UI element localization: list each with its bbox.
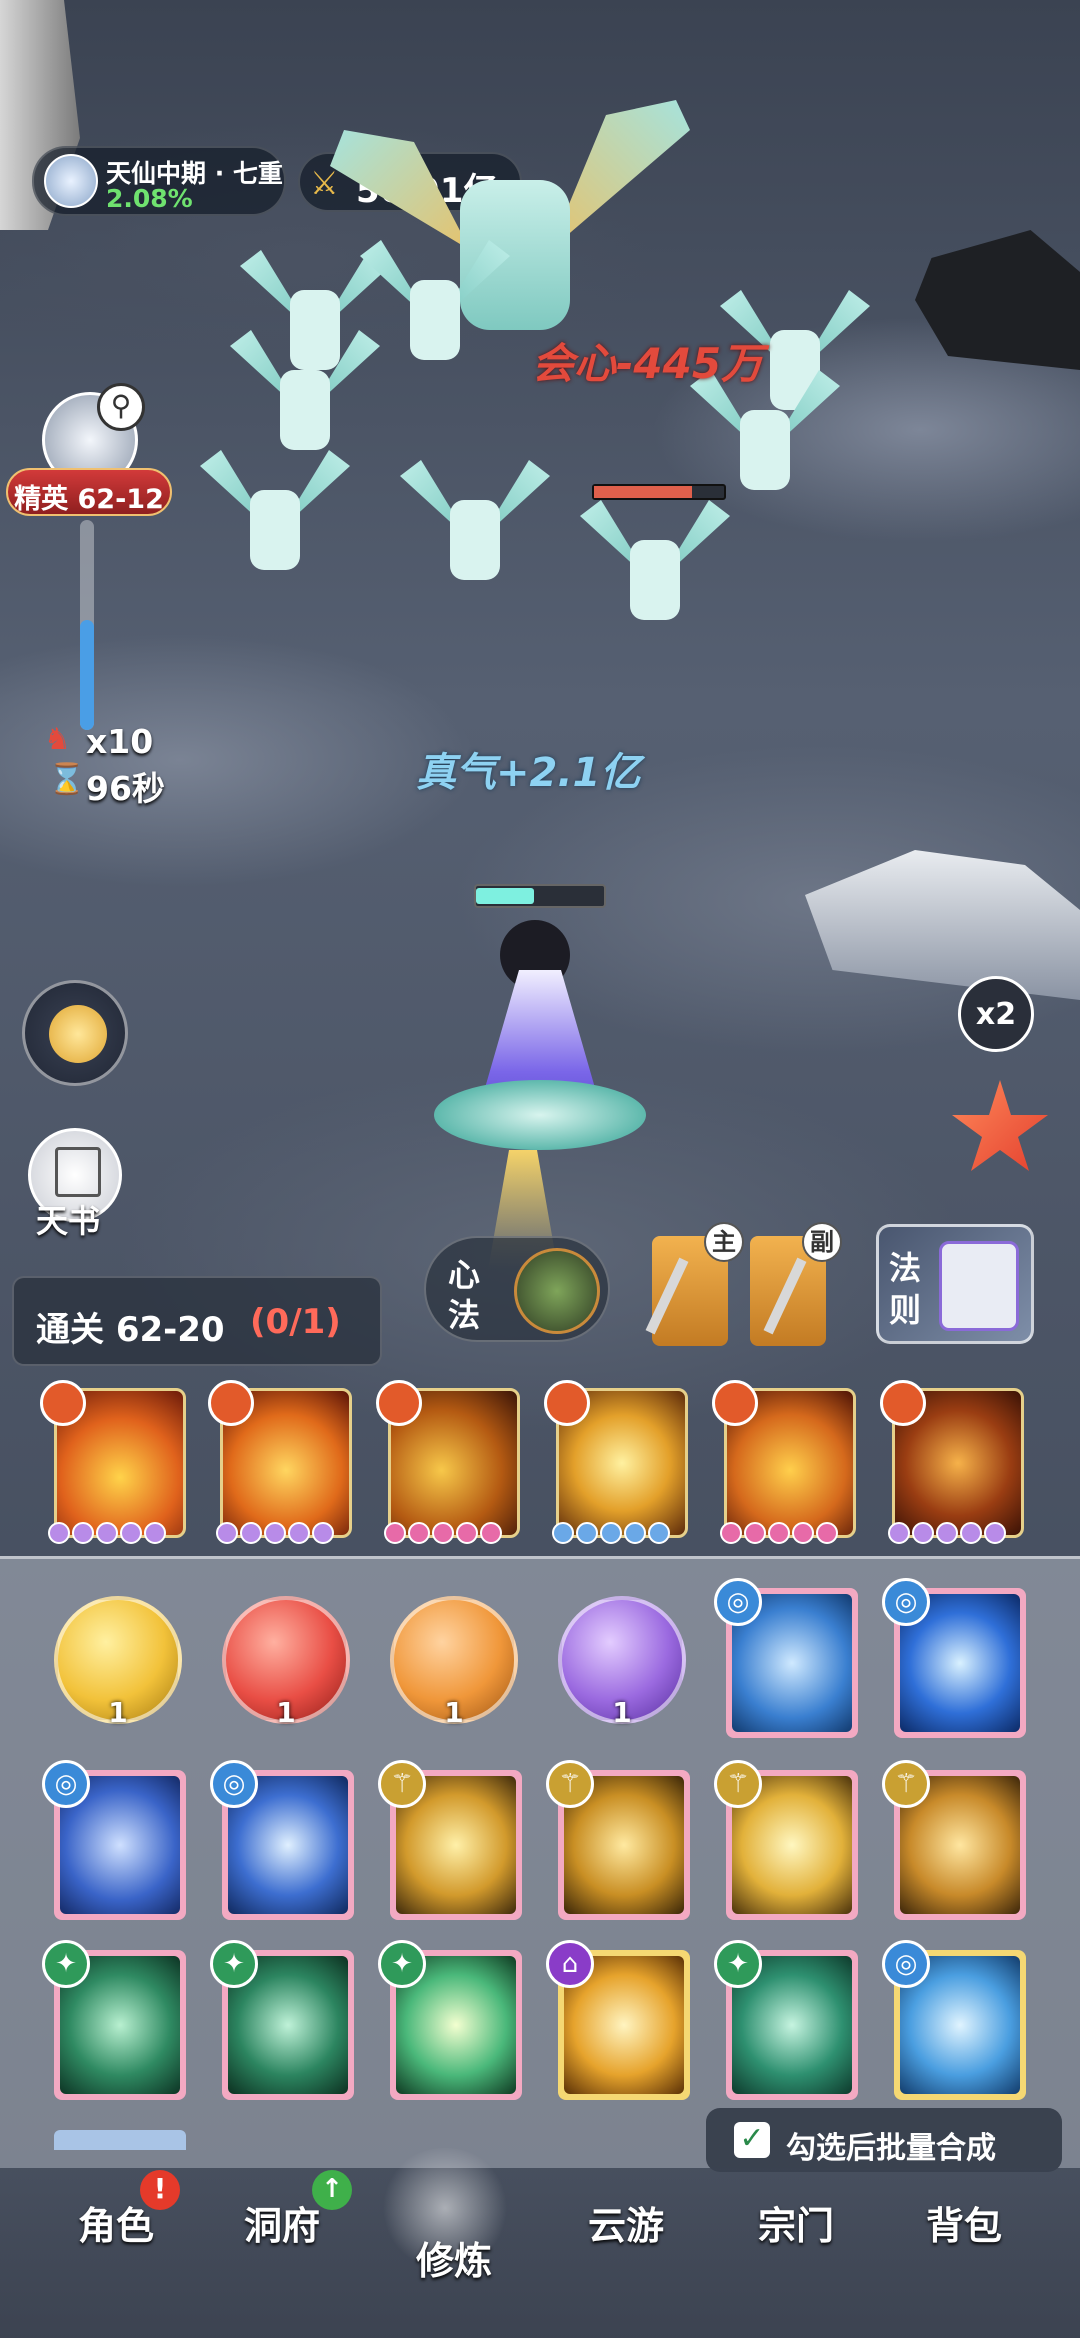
stage-progress-fill <box>80 620 94 730</box>
elite-stage-label: 精英 62-12 <box>14 484 164 515</box>
avatar <box>44 154 98 208</box>
wood-type-icon: ✦ <box>42 1940 90 1988</box>
fire-type-icon <box>544 1380 590 1426</box>
xinfa-icon <box>514 1248 600 1334</box>
wood-type-icon: ✦ <box>714 1940 762 1988</box>
winged-enemy <box>230 330 380 460</box>
crit-damage-text: 会心-445万 <box>532 339 764 388</box>
demon-icon: ♞ <box>44 722 71 757</box>
fire-type-icon <box>712 1380 758 1426</box>
card-gems <box>888 1522 1006 1548</box>
star-skill-button[interactable] <box>950 1080 1050 1180</box>
fire-type-icon <box>880 1380 926 1426</box>
enemy-count: x10 <box>86 722 154 761</box>
lotus-platform <box>434 1080 646 1150</box>
stage-clear-label: 通关 62-20 <box>36 1310 225 1350</box>
faze-card-icon <box>939 1241 1019 1331</box>
nav-item-travel[interactable]: 云游 <box>566 2195 686 2250</box>
faze-button[interactable]: 法 则 <box>876 1224 1034 1344</box>
water-type-icon: ◎ <box>882 1940 930 1988</box>
water-type-icon: ◎ <box>210 1760 258 1808</box>
metal-type-icon: ⚚ <box>378 1760 426 1808</box>
qi-gain-text: 真气+2.1亿 <box>416 750 641 796</box>
speed-label: x2 <box>975 997 1017 1032</box>
wood-type-icon: ✦ <box>210 1940 258 1988</box>
inventory-skill-card-partial[interactable] <box>54 2130 186 2150</box>
winged-enemy <box>580 500 730 630</box>
tianshu-label: 天书 <box>36 1202 101 1240</box>
enemy-hp-fill <box>594 486 692 498</box>
upgrade-arrow-icon: ↑ <box>312 2170 352 2210</box>
dagger-icon <box>763 1257 807 1335</box>
winged-enemy <box>360 240 510 370</box>
scroll-icon <box>55 1147 101 1197</box>
sword-icon <box>645 1257 689 1335</box>
orb-gold-count: 1 <box>108 1696 128 1729</box>
nav-item-sect[interactable]: 宗门 <box>736 2195 856 2250</box>
star-icon <box>952 1080 1048 1171</box>
stage-progress-track <box>80 520 94 730</box>
sub-weapon-slot[interactable]: 副 <box>750 1222 842 1346</box>
faze-label-2: 则 <box>889 1291 922 1329</box>
main-weapon-slot[interactable]: 主 <box>645 1222 744 1346</box>
alert-icon: ! <box>140 2170 180 2210</box>
nav-item-bag[interactable]: 背包 <box>904 2195 1024 2250</box>
card-gems <box>552 1522 670 1548</box>
player-realm-panel[interactable]: 天仙中期 · 七重 2.08% <box>32 146 286 216</box>
batch-label: 勾选后批量合成 <box>786 2131 996 2166</box>
temple-type-icon: ⌂ <box>546 1940 594 1988</box>
wood-type-icon: ✦ <box>378 1940 426 1988</box>
hourglass-icon: ⌛ <box>48 762 86 797</box>
treasure-bag-button[interactable] <box>22 980 128 1086</box>
orb-red-count: 1 <box>276 1696 296 1729</box>
fire-type-icon <box>376 1380 422 1426</box>
winged-enemy <box>200 450 350 580</box>
enemy-hp-bar <box>592 484 726 500</box>
xinfa-label-2: 法 <box>448 1296 481 1334</box>
stage-timer: 96秒 <box>86 769 165 808</box>
fire-type-icon <box>208 1380 254 1426</box>
metal-type-icon: ⚚ <box>546 1760 594 1808</box>
stage-clear-panel[interactable]: 通关 62-20 (0/1) <box>12 1276 382 1366</box>
faze-label-1: 法 <box>889 1249 922 1287</box>
card-gems <box>48 1522 166 1548</box>
card-gems <box>720 1522 838 1548</box>
batch-synthesize-toggle[interactable]: ✓ 勾选后批量合成 <box>706 2108 1062 2172</box>
orb-orange-count: 1 <box>444 1696 464 1729</box>
main-weapon-label: 主 <box>712 1228 736 1256</box>
sub-weapon-badge: 副 <box>802 1222 842 1262</box>
realm-progress: 2.08% <box>106 184 193 213</box>
main-weapon-badge: 主 <box>704 1222 744 1262</box>
water-type-icon: ◎ <box>42 1760 90 1808</box>
fire-type-icon <box>40 1380 86 1426</box>
stage-clear-progress: (0/1) <box>250 1302 341 1342</box>
card-gems <box>384 1522 502 1548</box>
card-gems <box>216 1522 334 1548</box>
batch-checkbox[interactable]: ✓ <box>734 2122 770 2158</box>
elite-stage-badge[interactable]: 精英 62-12 <box>6 468 172 516</box>
nav-item-cultivate[interactable]: 修炼 <box>394 2230 514 2285</box>
water-type-icon: ◎ <box>882 1578 930 1626</box>
winged-enemy <box>400 460 550 590</box>
water-type-icon: ◎ <box>714 1578 762 1626</box>
orb-purple-count: 1 <box>612 1696 632 1729</box>
metal-type-icon: ⚚ <box>882 1760 930 1808</box>
treasure-bag-icon <box>49 1005 107 1063</box>
speed-toggle-button[interactable]: x2 <box>958 976 1034 1052</box>
sub-weapon-label: 副 <box>810 1228 834 1256</box>
search-icon: ⚲ <box>97 383 145 431</box>
xinfa-button[interactable]: 心 法 <box>424 1236 610 1342</box>
metal-type-icon: ⚚ <box>714 1760 762 1808</box>
